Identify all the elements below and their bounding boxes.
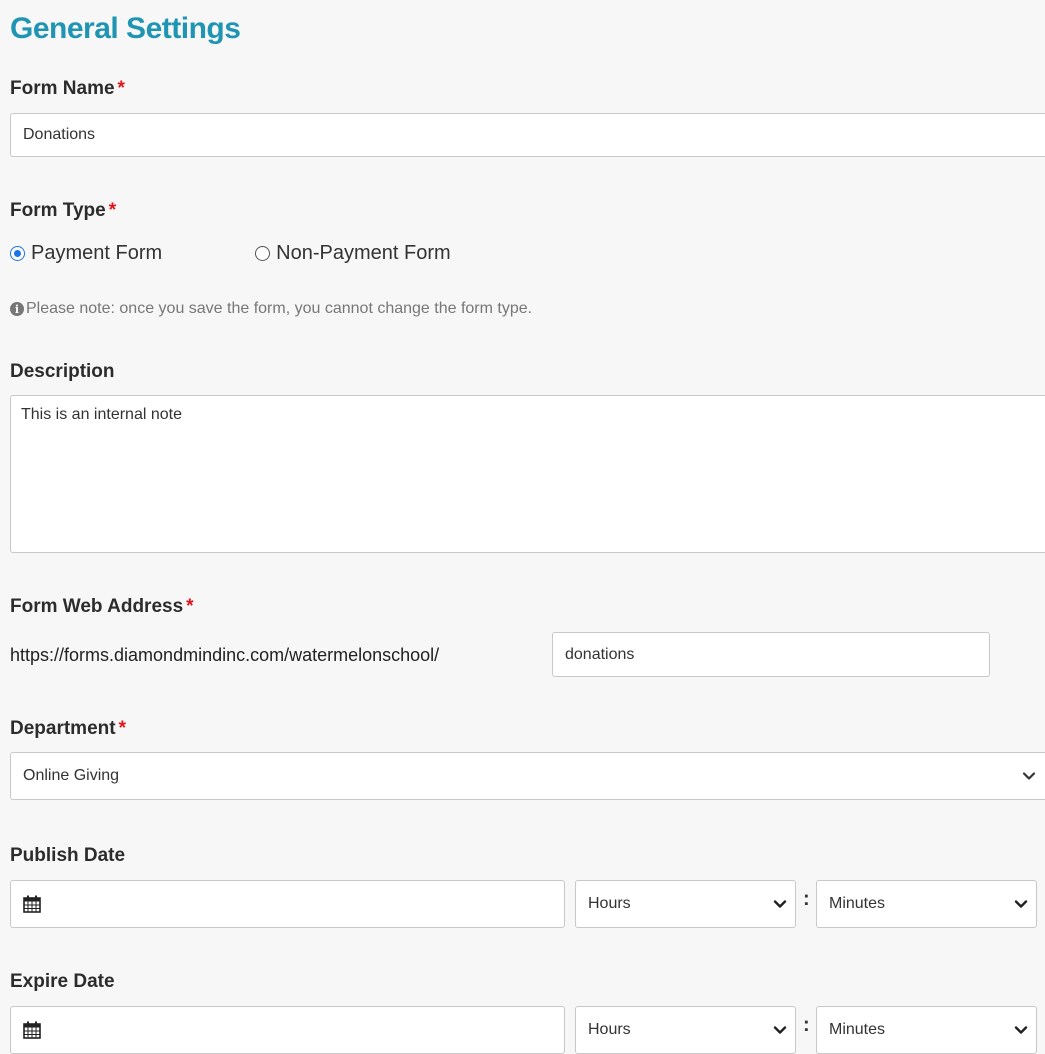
web-address-label-text: Form Web Address xyxy=(10,596,184,617)
expire-date-label: Expire Date xyxy=(10,971,115,993)
info-icon: i xyxy=(10,302,24,316)
form-type-label-text: Form Type xyxy=(10,200,106,221)
non-payment-form-radio-label: Non-Payment Form xyxy=(276,242,451,264)
required-asterisk: * xyxy=(118,718,126,739)
non-payment-form-radio[interactable]: Non-Payment Form xyxy=(255,242,451,265)
calendar-icon[interactable] xyxy=(23,1021,41,1039)
web-address-label: Form Web Address * xyxy=(10,596,194,618)
radio-checked-icon[interactable] xyxy=(10,246,25,261)
payment-form-radio[interactable]: Payment Form xyxy=(10,242,162,265)
chevron-down-icon xyxy=(773,900,787,908)
form-name-label: Form Name * xyxy=(10,78,125,100)
form-type-note: i Please note: once you save the form, y… xyxy=(10,300,532,318)
web-address-slug-input[interactable] xyxy=(552,632,990,677)
form-type-note-text: Please note: once you save the form, you… xyxy=(26,300,533,317)
chevron-down-icon xyxy=(1014,900,1028,908)
form-type-radio-group: Payment Form Non-Payment Form xyxy=(10,242,451,265)
publish-minutes-select[interactable]: Minutes xyxy=(816,880,1037,928)
department-select[interactable]: Online Giving xyxy=(10,752,1045,800)
department-label: Department * xyxy=(10,718,126,740)
chevron-down-icon xyxy=(1014,1026,1028,1034)
chevron-down-icon xyxy=(1022,772,1036,780)
expire-minutes-select[interactable]: Minutes xyxy=(816,1006,1037,1054)
chevron-down-icon xyxy=(773,1026,787,1034)
expire-date-input[interactable] xyxy=(10,1006,565,1054)
description-textarea[interactable]: This is an internal note xyxy=(10,395,1045,553)
required-asterisk: * xyxy=(108,200,117,221)
publish-hours-select[interactable]: Hours xyxy=(575,880,796,928)
publish-date-label-text: Publish Date xyxy=(10,845,126,866)
form-name-input[interactable] xyxy=(10,113,1045,157)
expire-hours-value: Hours xyxy=(588,1021,631,1038)
required-asterisk: * xyxy=(186,596,194,617)
publish-date-label: Publish Date xyxy=(10,845,125,867)
calendar-icon[interactable] xyxy=(23,895,41,913)
web-address-prefix: https://forms.diamondmindinc.com/waterme… xyxy=(10,645,440,665)
time-separator: : xyxy=(803,1014,810,1036)
description-label: Description xyxy=(10,361,115,383)
publish-minutes-value: Minutes xyxy=(829,895,886,912)
page-title: General Settings xyxy=(10,12,241,45)
expire-hours-select[interactable]: Hours xyxy=(575,1006,796,1054)
expire-date-label-text: Expire Date xyxy=(10,971,115,992)
time-separator: : xyxy=(803,888,810,910)
description-label-text: Description xyxy=(10,361,115,382)
payment-form-radio-label: Payment Form xyxy=(31,242,163,264)
form-type-label: Form Type * xyxy=(10,200,116,222)
required-asterisk: * xyxy=(117,78,125,99)
department-selected-value: Online Giving xyxy=(23,767,120,784)
expire-minutes-value: Minutes xyxy=(829,1021,886,1038)
form-name-label-text: Form Name xyxy=(10,78,115,99)
publish-hours-value: Hours xyxy=(588,895,631,912)
publish-date-input[interactable] xyxy=(10,880,565,928)
department-label-text: Department xyxy=(10,718,116,739)
radio-unchecked-icon[interactable] xyxy=(255,246,271,261)
